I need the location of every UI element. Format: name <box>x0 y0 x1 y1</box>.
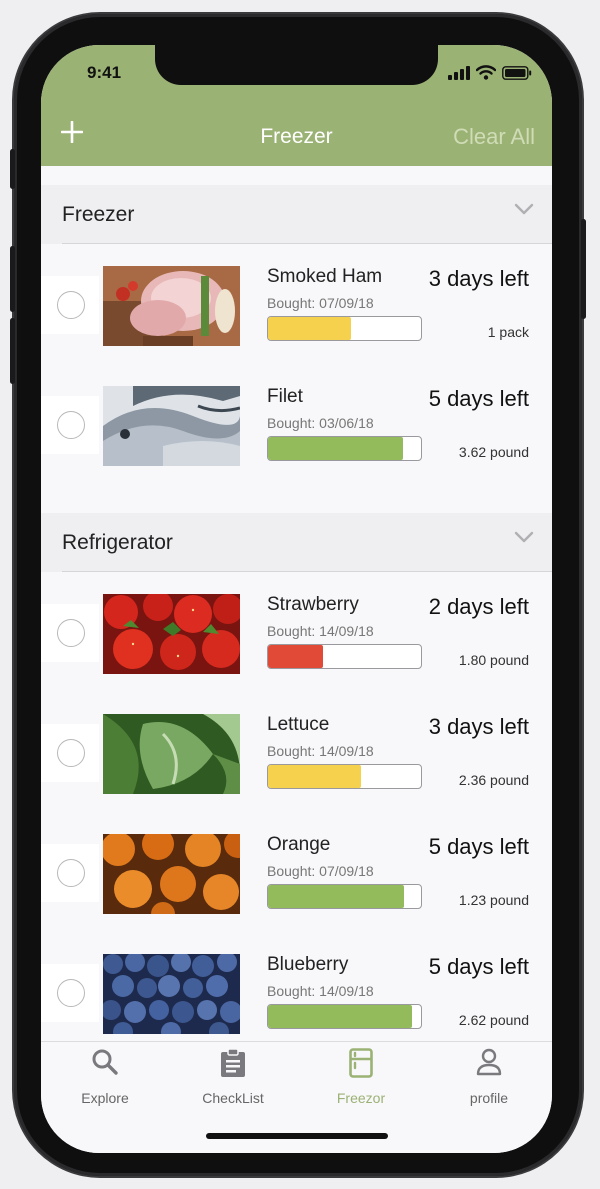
item-name: Blueberry <box>267 954 349 975</box>
volume-down-button <box>10 318 15 384</box>
item-days-left: 5 days left <box>428 834 529 859</box>
item-bought-date: Bought: 07/09/18 <box>267 295 374 311</box>
tab-label: Explore <box>81 1090 129 1106</box>
strawberry-photo <box>103 594 240 674</box>
section-title: Freezer <box>62 203 135 226</box>
tab-freezor[interactable]: Freezor <box>297 1042 425 1122</box>
tab-label: CheckList <box>202 1090 264 1106</box>
item-bought-date: Bought: 07/09/18 <box>267 863 374 879</box>
battery-icon <box>502 66 532 80</box>
volume-up-button <box>10 246 15 312</box>
clear-all-button[interactable]: Clear All <box>453 124 535 150</box>
section-divider <box>62 243 552 244</box>
person-icon <box>476 1048 502 1076</box>
tab-label: profile <box>469 1090 509 1106</box>
item-quantity: 2.62 pound <box>458 1012 529 1028</box>
freshness-bar <box>267 884 422 909</box>
clipboard-icon <box>221 1048 245 1077</box>
item-name: Strawberry <box>267 594 359 615</box>
item-checkbox[interactable] <box>57 979 85 1007</box>
filet-photo <box>103 386 240 466</box>
item-checkbox[interactable] <box>57 291 85 319</box>
item-quantity: 1.80 pound <box>458 652 529 668</box>
power-button <box>581 219 586 319</box>
item-checkbox[interactable] <box>57 411 85 439</box>
item-name: Lettuce <box>267 714 330 735</box>
item-days-left: 3 days left <box>428 714 529 739</box>
list-item[interactable]: Filet Bought: 03/06/18 5 days left 3.62 … <box>41 386 552 506</box>
section-title: Refrigerator <box>62 531 173 554</box>
chevron-down-icon <box>514 531 534 543</box>
item-checkbox[interactable] <box>57 739 85 767</box>
item-name: Smoked Ham <box>267 266 383 287</box>
item-bought-date: Bought: 14/09/18 <box>267 623 374 639</box>
blueberry-photo <box>103 954 240 1034</box>
home-indicator[interactable] <box>206 1133 388 1139</box>
section-header-refrigerator[interactable]: Refrigerator <box>41 513 552 572</box>
item-quantity: 3.62 pound <box>458 444 529 460</box>
item-days-left: 5 days left <box>428 954 529 979</box>
freshness-bar <box>267 316 422 341</box>
status-time: 9:41 <box>87 63 122 82</box>
chevron-down-icon <box>514 203 534 215</box>
freshness-bar <box>267 764 422 789</box>
item-quantity: 1.23 pound <box>458 892 529 908</box>
orange-photo <box>103 834 240 914</box>
wifi-icon <box>476 65 496 80</box>
item-days-left: 2 days left <box>428 594 529 619</box>
list-item[interactable]: Blueberry Bought: 14/09/18 5 days left 2… <box>41 954 552 1041</box>
notch <box>155 45 438 85</box>
item-checkbox[interactable] <box>57 619 85 647</box>
freshness-bar <box>267 644 422 669</box>
freshness-bar-fill <box>268 317 351 340</box>
item-bought-date: Bought: 14/09/18 <box>267 983 374 999</box>
mute-switch <box>10 149 15 189</box>
freshness-bar-fill <box>268 645 324 668</box>
item-bought-date: Bought: 03/06/18 <box>267 415 374 431</box>
item-bought-date: Bought: 14/09/18 <box>267 743 374 759</box>
list-item[interactable]: Lettuce Bought: 14/09/18 3 days left 2.3… <box>41 714 552 834</box>
item-days-left: 3 days left <box>428 266 529 291</box>
tab-label: Freezor <box>336 1090 386 1106</box>
item-quantity: 2.36 pound <box>458 772 529 788</box>
tab-profile[interactable]: profile <box>425 1042 552 1122</box>
item-name: Orange <box>267 834 331 855</box>
tab-checklist[interactable]: CheckList <box>169 1042 297 1122</box>
item-checkbox[interactable] <box>57 859 85 887</box>
item-quantity: 1 pack <box>487 324 529 340</box>
section-divider <box>62 571 552 572</box>
list-item[interactable]: Orange Bought: 07/09/18 5 days left 1.23… <box>41 834 552 954</box>
list-item[interactable]: Strawberry Bought: 14/09/18 2 days left … <box>41 594 552 714</box>
list-item[interactable]: Smoked Ham Bought: 07/09/18 3 days left … <box>41 266 552 386</box>
section-header-freezer[interactable]: Freezer <box>41 185 552 244</box>
freshness-bar <box>267 436 422 461</box>
app-screen: 9:41 Freezer Clear All Freezer Smoked Ha… <box>41 45 552 1153</box>
inventory-list[interactable]: Freezer Smoked Ham Bought: 07/09/18 3 da… <box>41 166 552 1041</box>
freshness-bar-fill <box>268 1005 412 1028</box>
smoked-ham-photo <box>103 266 240 346</box>
freshness-bar-fill <box>268 437 403 460</box>
tab-explore[interactable]: Explore <box>41 1042 169 1122</box>
freshness-bar-fill <box>268 885 405 908</box>
item-name: Filet <box>267 386 303 407</box>
freshness-bar-fill <box>268 765 362 788</box>
lettuce-photo <box>103 714 240 794</box>
freshness-bar <box>267 1004 422 1029</box>
status-icons <box>448 65 532 80</box>
fridge-icon <box>349 1048 373 1078</box>
cellular-signal-icon <box>448 66 470 80</box>
item-days-left: 5 days left <box>428 386 529 411</box>
search-icon <box>92 1049 118 1075</box>
